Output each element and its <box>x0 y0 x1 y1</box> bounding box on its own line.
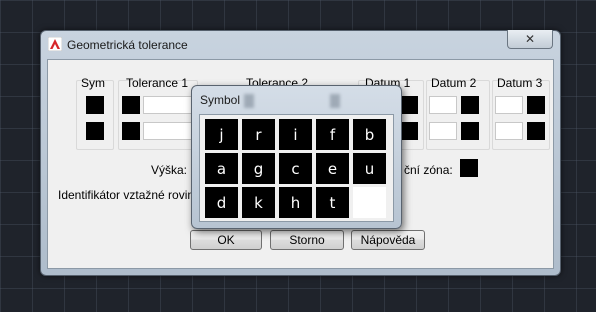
symbol-popup: Symbol j r i f b a g c e u d k h t <box>191 85 402 229</box>
datum3-row1-input[interactable] <box>495 96 523 114</box>
cancel-button[interactable]: Storno <box>270 230 344 250</box>
tolerance1-row1-value-input[interactable] <box>143 96 193 114</box>
symbol-cell[interactable]: u <box>353 153 386 184</box>
datum2-row1-material-toggle[interactable] <box>461 96 479 114</box>
symbol-cell[interactable]: e <box>316 153 349 184</box>
symbol-cell[interactable]: t <box>316 187 349 218</box>
datum3-column-header: Datum 3 <box>497 76 543 90</box>
ok-button[interactable]: OK <box>190 230 262 250</box>
sym-row2-symbol[interactable] <box>86 122 104 140</box>
datum1-row2-material-toggle[interactable] <box>400 122 418 140</box>
close-button[interactable]: ✕ <box>507 30 553 49</box>
symbol-cell[interactable]: d <box>205 187 238 218</box>
ok-button-label: OK <box>217 233 235 247</box>
datum3-row2-material-toggle[interactable] <box>527 122 545 140</box>
help-button-label: Nápověda <box>360 233 416 247</box>
sym-row1-symbol[interactable] <box>86 96 104 114</box>
symbol-grid: j r i f b a g c e u d k h t <box>199 114 394 222</box>
dialog-titlebar[interactable]: Geometrická tolerance ✕ <box>41 30 560 57</box>
cancel-button-label: Storno <box>289 233 325 247</box>
symbol-cell[interactable]: a <box>205 153 238 184</box>
dialog-title: Geometrická tolerance <box>67 38 188 52</box>
height-label: Výška: <box>151 163 188 177</box>
symbol-cell[interactable]: i <box>279 119 312 150</box>
datum3-row2-input[interactable] <box>495 122 523 140</box>
sym-column-header: Sym <box>81 76 105 90</box>
datum2-row2-input[interactable] <box>429 122 457 140</box>
symbol-popup-title: Symbol <box>200 93 241 107</box>
tolerance1-row2-value-input[interactable] <box>143 122 193 140</box>
symbol-cell[interactable]: h <box>279 187 312 218</box>
symbol-cell[interactable]: k <box>242 187 275 218</box>
datum1-row1-material-toggle[interactable] <box>400 96 418 114</box>
symbol-cell[interactable]: r <box>242 119 275 150</box>
datum2-row2-material-toggle[interactable] <box>461 122 479 140</box>
tolerance1-row1-diameter-toggle[interactable] <box>122 96 140 114</box>
symbol-cell[interactable]: g <box>242 153 275 184</box>
close-icon: ✕ <box>524 32 536 46</box>
tolerance1-column-header: Tolerance 1 <box>126 76 189 90</box>
datum3-row1-material-toggle[interactable] <box>527 96 545 114</box>
autocad-app-icon <box>48 37 62 51</box>
symbol-cell[interactable]: j <box>205 119 238 150</box>
symbol-cell-empty[interactable] <box>353 187 386 218</box>
obscured-titlebar-text <box>330 94 340 108</box>
projected-zone-toggle[interactable] <box>460 159 478 177</box>
projected-zone-label: ční zóna: <box>404 163 453 177</box>
symbol-cell[interactable]: b <box>353 119 386 150</box>
datum-identifier-label: Identifikátor vztažné roviny: <box>58 188 204 202</box>
help-button[interactable]: Nápověda <box>351 230 425 250</box>
tolerance1-row2-diameter-toggle[interactable] <box>122 122 140 140</box>
datum2-column-header: Datum 2 <box>431 76 477 90</box>
obscured-titlebar-text <box>244 94 254 108</box>
symbol-cell[interactable]: f <box>316 119 349 150</box>
symbol-cell[interactable]: c <box>279 153 312 184</box>
datum2-row1-input[interactable] <box>429 96 457 114</box>
